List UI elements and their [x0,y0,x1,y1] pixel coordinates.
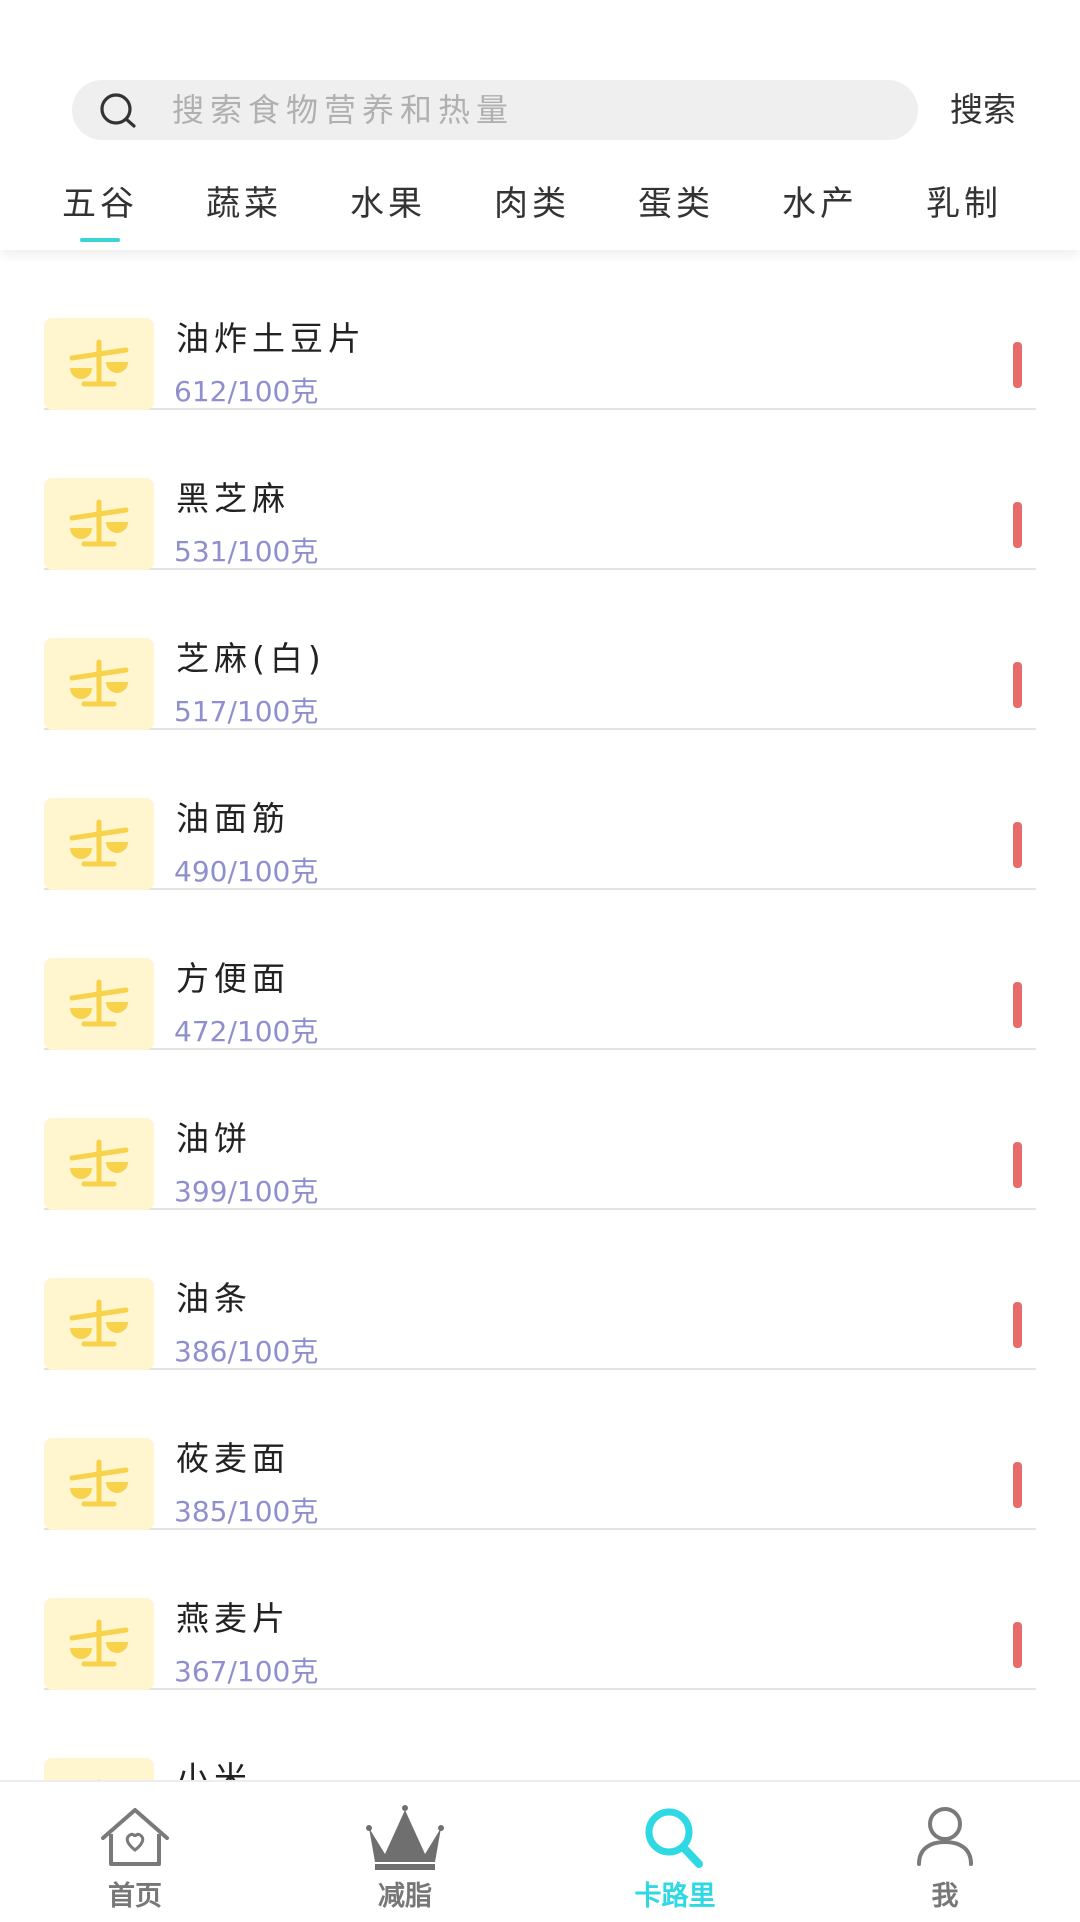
nav-me-label: 我 [931,1881,959,1912]
food-list-item[interactable]: 方便面 472/100克 [44,890,1036,1050]
food-thumbnail [44,638,154,730]
nav-fat-loss[interactable]: 减脂 [270,1782,540,1922]
food-thumbnail [44,798,154,890]
food-thumbnail [44,318,154,410]
balance-scale-icon [69,979,129,1027]
nav-home[interactable]: 首页 [0,1782,270,1922]
food-name: 方便面 [176,959,290,998]
food-list-item[interactable]: 油面筋 490/100克 [44,730,1036,890]
food-list-item[interactable]: 燕麦片 367/100克 [44,1530,1036,1690]
food-name: 黑芝麻 [176,479,290,518]
balance-scale-icon [69,659,129,707]
balance-scale-icon [69,339,129,387]
food-calories: 490/100克 [174,855,319,888]
tab-dairy[interactable]: 乳制 [926,174,1002,234]
food-calories: 517/100克 [174,695,319,728]
tab-grains[interactable]: 五谷 [62,174,138,234]
food-thumbnail [44,1438,154,1530]
balance-scale-icon [69,1619,129,1667]
tab-fruits[interactable]: 水果 [350,174,426,234]
food-list-item[interactable]: 芝麻(白) 517/100克 [44,570,1036,730]
food-calories: 367/100克 [174,1655,319,1688]
food-thumbnail [44,1278,154,1370]
food-name: 油条 [176,1279,252,1318]
balance-scale-icon [69,819,129,867]
food-list-item[interactable]: 莜麦面 385/100克 [44,1370,1036,1530]
calorie-level-indicator [1013,1302,1022,1348]
balance-scale-icon [69,1459,129,1507]
calorie-level-indicator [1013,982,1022,1028]
food-calories: 531/100克 [174,535,319,568]
food-name: 小米 [176,1759,252,1780]
calorie-level-indicator [1013,1622,1022,1668]
calorie-level-indicator [1013,662,1022,708]
food-list-item[interactable]: 小米 [44,1690,1036,1780]
search-input[interactable]: 搜索食物营养和热量 [172,80,514,140]
nav-home-label: 首页 [108,1881,162,1912]
food-calories: 612/100克 [174,375,319,408]
nav-calories-label: 卡路里 [634,1881,716,1912]
food-name: 油面筋 [176,799,290,838]
food-name: 油饼 [176,1119,252,1158]
top-header: 搜索食物营养和热量 搜索 五谷 蔬菜 水果 肉类 蛋类 水产 乳制 [0,0,1080,250]
calorie-level-indicator [1013,822,1022,868]
tab-eggs[interactable]: 蛋类 [638,174,714,234]
crown-icon [366,1805,444,1870]
food-calories: 386/100克 [174,1335,319,1368]
food-thumbnail [44,1598,154,1690]
tab-meat[interactable]: 肉类 [494,174,570,234]
nav-fat-loss-label: 减脂 [378,1881,432,1912]
food-list[interactable]: 油炸土豆片 612/100克 黑芝麻 531/100克 芝麻(白) 517/100克 油面筋… [0,250,1080,1780]
food-calories: 472/100克 [174,1015,319,1048]
food-calories: 385/100克 [174,1495,319,1528]
home-heart-icon [101,1808,169,1866]
category-tabs: 五谷 蔬菜 水果 肉类 蛋类 水产 乳制 [0,160,1080,250]
search-bar[interactable]: 搜索食物营养和热量 [72,80,918,140]
search-icon [645,1808,703,1868]
search-icon [100,93,136,128]
food-calories: 399/100克 [174,1175,319,1208]
tab-seafood[interactable]: 水产 [782,174,858,234]
food-name: 莜麦面 [176,1439,290,1478]
food-name: 燕麦片 [176,1599,290,1638]
balance-scale-icon [69,1299,129,1347]
food-list-item[interactable]: 油条 386/100克 [44,1210,1036,1370]
nav-me[interactable]: 我 [810,1782,1080,1922]
balance-scale-icon [69,499,129,547]
food-thumbnail [44,1758,154,1780]
tab-vegetables[interactable]: 蔬菜 [206,174,282,234]
nav-calories[interactable]: 卡路里 [540,1782,810,1922]
food-name: 芝麻(白) [176,639,326,678]
food-name: 油炸土豆片 [176,319,366,358]
food-list-item[interactable]: 黑芝麻 531/100克 [44,410,1036,570]
food-list-item[interactable]: 油炸土豆片 612/100克 [44,250,1036,410]
calorie-level-indicator [1013,502,1022,548]
user-icon [917,1807,973,1866]
food-list-item[interactable]: 油饼 399/100克 [44,1050,1036,1210]
bottom-nav: 首页 减脂 卡路里 我 [0,1780,1080,1920]
balance-scale-icon [69,1139,129,1187]
calorie-level-indicator [1013,1142,1022,1188]
food-thumbnail [44,478,154,570]
search-button[interactable]: 搜索 [950,80,1016,140]
food-thumbnail [44,958,154,1050]
calorie-level-indicator [1013,1462,1022,1508]
active-tab-indicator [80,238,120,242]
food-thumbnail [44,1118,154,1210]
calorie-level-indicator [1013,342,1022,388]
